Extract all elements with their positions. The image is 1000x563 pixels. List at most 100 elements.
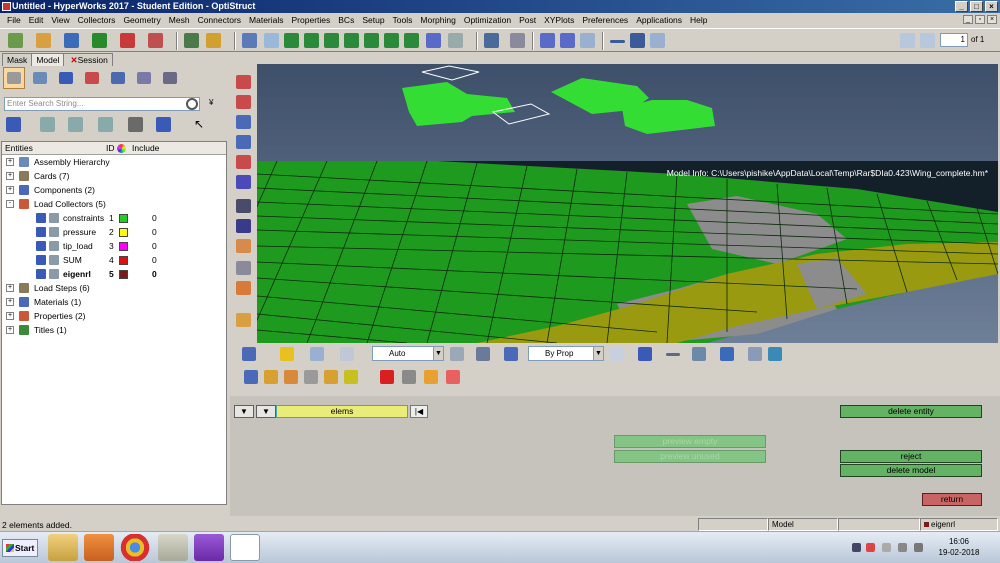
visibility-icon[interactable] [49,213,59,223]
rotate-icon[interactable] [310,347,324,361]
menu-post[interactable]: Post [515,15,540,25]
previous-view-icon[interactable] [264,33,279,48]
entity-2-icon[interactable] [264,370,278,384]
color-swatch[interactable] [119,228,128,237]
isolate-icon[interactable] [128,117,143,132]
tab-mask[interactable]: Mask [2,53,33,66]
view-xy-icon[interactable] [304,33,319,48]
entity-1-icon[interactable] [244,370,258,384]
menu-connectors[interactable]: Connectors [194,15,245,25]
entity-type-button[interactable]: ▼ [256,405,276,418]
star-icon[interactable] [280,347,294,361]
view-iso-icon[interactable] [284,33,299,48]
show-icon[interactable] [156,117,171,132]
visibility-icon[interactable] [49,255,59,265]
display-icon[interactable] [6,117,21,132]
abc-icon[interactable] [236,261,251,275]
help-icon[interactable] [446,370,460,384]
view-tool-3-icon[interactable] [236,115,251,129]
filter-icon[interactable] [40,117,55,132]
capture-icon[interactable] [448,33,463,48]
menu-mesh[interactable]: Mesh [165,15,194,25]
tree-row[interactable]: pressure 2 0 [2,225,226,239]
filter-add-icon[interactable] [68,117,83,132]
load-view-icon[interactable] [81,67,103,89]
chevron-down-icon[interactable]: ¥ [209,98,213,107]
cursor-icon[interactable]: ↖ [194,117,209,132]
column-entities[interactable]: Entities [5,142,33,154]
tab-session[interactable]: ✕Session [63,53,113,66]
menu-properties[interactable]: Properties [288,15,335,25]
reset-selection-button[interactable]: |◀ [410,405,428,418]
menu-optimization[interactable]: Optimization [460,15,515,25]
plot-icon[interactable] [236,239,251,253]
visibility-icon[interactable] [49,227,59,237]
menu-morphing[interactable]: Morphing [416,15,459,25]
expand-icon[interactable]: + [6,326,14,334]
expand-icon[interactable]: + [6,172,14,180]
collapse-icon[interactable]: - [6,200,14,208]
page-next-icon[interactable] [920,33,935,48]
close-button[interactable]: × [985,1,998,12]
expand-icon[interactable]: + [6,284,14,292]
entity-selector[interactable]: elems [276,405,408,418]
expand-icon[interactable]: + [6,312,14,320]
page-number-input[interactable]: 1 [940,33,968,47]
color-swatch[interactable] [119,256,128,265]
tray-network-icon[interactable] [898,543,907,552]
grid-icon[interactable] [242,347,256,361]
auto-color-select[interactable]: Auto ▼ [372,346,444,361]
tree-row[interactable]: eigenrl 5 0 [2,267,226,281]
user-profile-icon[interactable] [184,33,199,48]
entity-3-icon[interactable] [284,370,298,384]
shape-1-icon[interactable] [450,347,464,361]
tree-row[interactable]: + Cards (7) [2,169,226,183]
part-view-icon[interactable] [159,67,181,89]
menu-collectors[interactable]: Collectors [74,15,120,25]
delete-icon[interactable] [380,370,394,384]
cube-icon[interactable] [504,347,518,361]
plus-icon[interactable] [630,33,645,48]
view-tool-6-icon[interactable] [236,175,251,189]
menu-view[interactable]: View [47,15,73,25]
maximize-button[interactable]: □ [970,1,983,12]
entity-9-icon[interactable] [424,370,438,384]
menu-preferences[interactable]: Preferences [578,15,632,25]
line-icon[interactable] [666,353,680,356]
delete-model-button[interactable]: delete model [840,464,982,477]
search-icon[interactable] [186,98,198,110]
entity-6-icon[interactable] [344,370,358,384]
chrome-icon[interactable] [120,534,150,561]
view-tool-7-icon[interactable] [236,199,251,213]
import-icon[interactable] [36,33,51,48]
expand-icon[interactable]: + [6,186,14,194]
wireframe-icon[interactable] [610,347,624,361]
surface-icon[interactable] [720,347,734,361]
tray-battery-icon[interactable] [914,543,923,552]
visibility-icon[interactable] [49,269,59,279]
graphics-viewport[interactable]: Model Info: C:\Users\pishike\AppData\Loc… [257,64,998,343]
numbers-icon[interactable] [236,219,251,233]
tree-row[interactable]: + Components (2) [2,183,226,197]
tree-row[interactable]: - Load Collectors (5) [2,197,226,211]
tree-row[interactable]: constraints 1 0 [2,211,226,225]
tree-row[interactable]: + Materials (1) [2,295,226,309]
spin-icon[interactable] [340,347,354,361]
minimize-button[interactable]: _ [955,1,968,12]
arrow-left-icon[interactable] [540,33,555,48]
menu-edit[interactable]: Edit [25,15,48,25]
assembly-view-icon[interactable] [29,67,51,89]
nodes-icon[interactable] [748,347,762,361]
entity-4-icon[interactable] [304,370,318,384]
shape-2-icon[interactable] [476,347,490,361]
property-view-icon[interactable] [107,67,129,89]
minus-icon[interactable] [610,40,625,43]
visual-studio-icon[interactable] [194,534,224,561]
search-input[interactable]: Enter Search String... [4,97,200,111]
view-tool-1-icon[interactable] [236,75,251,89]
menu-materials[interactable]: Materials [245,15,287,25]
filter-remove-icon[interactable] [98,117,113,132]
component-view-icon[interactable] [3,67,25,89]
model-check-icon[interactable] [206,33,221,48]
menu-tools[interactable]: Tools [389,15,417,25]
